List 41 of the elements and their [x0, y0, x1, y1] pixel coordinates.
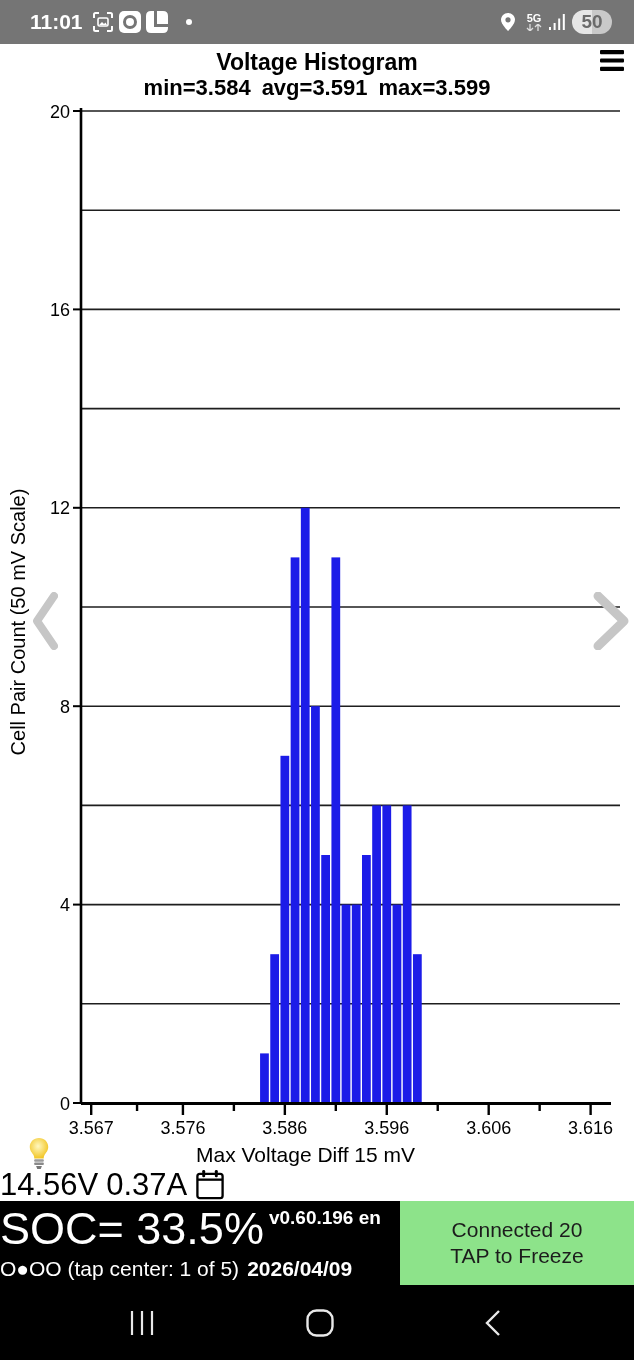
connection-button[interactable]: Connected 20 TAP to Freeze — [400, 1201, 634, 1285]
axis-tick-label: 8 — [60, 696, 70, 717]
axis-tick-label: 16 — [49, 299, 70, 320]
chart-title: Voltage Histogram — [216, 47, 418, 76]
screenshot-icon — [92, 12, 113, 32]
calendar-icon[interactable] — [195, 1169, 226, 1200]
notification-dot-icon — [185, 19, 192, 25]
axis-tick-label: 3.596 — [364, 1118, 410, 1138]
light-bulb-icon[interactable] — [28, 1137, 50, 1170]
soc-reading: SOC= 33.5% — [0, 1202, 264, 1256]
signal-bars-icon — [549, 14, 565, 30]
app-tile-icon — [145, 11, 168, 33]
recents-icon[interactable] — [130, 1309, 154, 1336]
y-axis-title: Cell Pair Count (50 mV Scale) — [7, 488, 29, 756]
data-arrows-icon — [526, 24, 542, 31]
location-pin-icon — [501, 13, 515, 31]
axis-tick-label: 3.606 — [466, 1118, 512, 1138]
back-icon[interactable] — [485, 1308, 501, 1337]
ring-tile-icon — [118, 11, 141, 33]
axis-tick-label: 20 — [49, 101, 70, 122]
menu-icon[interactable] — [600, 49, 624, 71]
network-type: 5G — [526, 13, 542, 24]
axis-tick-label: 3.567 — [68, 1118, 114, 1138]
axis-tick-label: 3.576 — [160, 1118, 206, 1138]
axis-tick-label: 0 — [60, 1093, 70, 1114]
battery-indicator: 50 — [572, 10, 612, 34]
axis-tick-label: 3.616 — [568, 1118, 614, 1138]
x-axis-title: Max Voltage Diff 15 mV — [196, 1142, 416, 1168]
chart-stat: avg=3.591 — [261, 75, 368, 101]
chart-stat: max=3.599 — [378, 75, 491, 101]
axis-tick-label: 4 — [60, 895, 70, 916]
date-text: 2026/04/09 — [247, 1257, 353, 1281]
page-indicator: O●OO (tap center: 1 of 5) — [0, 1257, 240, 1281]
voltage-reading: 14.56V — [0, 1168, 99, 1201]
home-icon[interactable] — [305, 1308, 334, 1337]
status-time: 11:01 — [30, 10, 83, 34]
current-reading: 0.37A — [106, 1168, 188, 1201]
axis-tick-label: 12 — [49, 498, 70, 519]
chart-stat: min=3.584 — [143, 75, 251, 101]
app-version: v0.60.196 en — [268, 1207, 381, 1229]
axis-tick-label: 3.586 — [262, 1118, 308, 1138]
